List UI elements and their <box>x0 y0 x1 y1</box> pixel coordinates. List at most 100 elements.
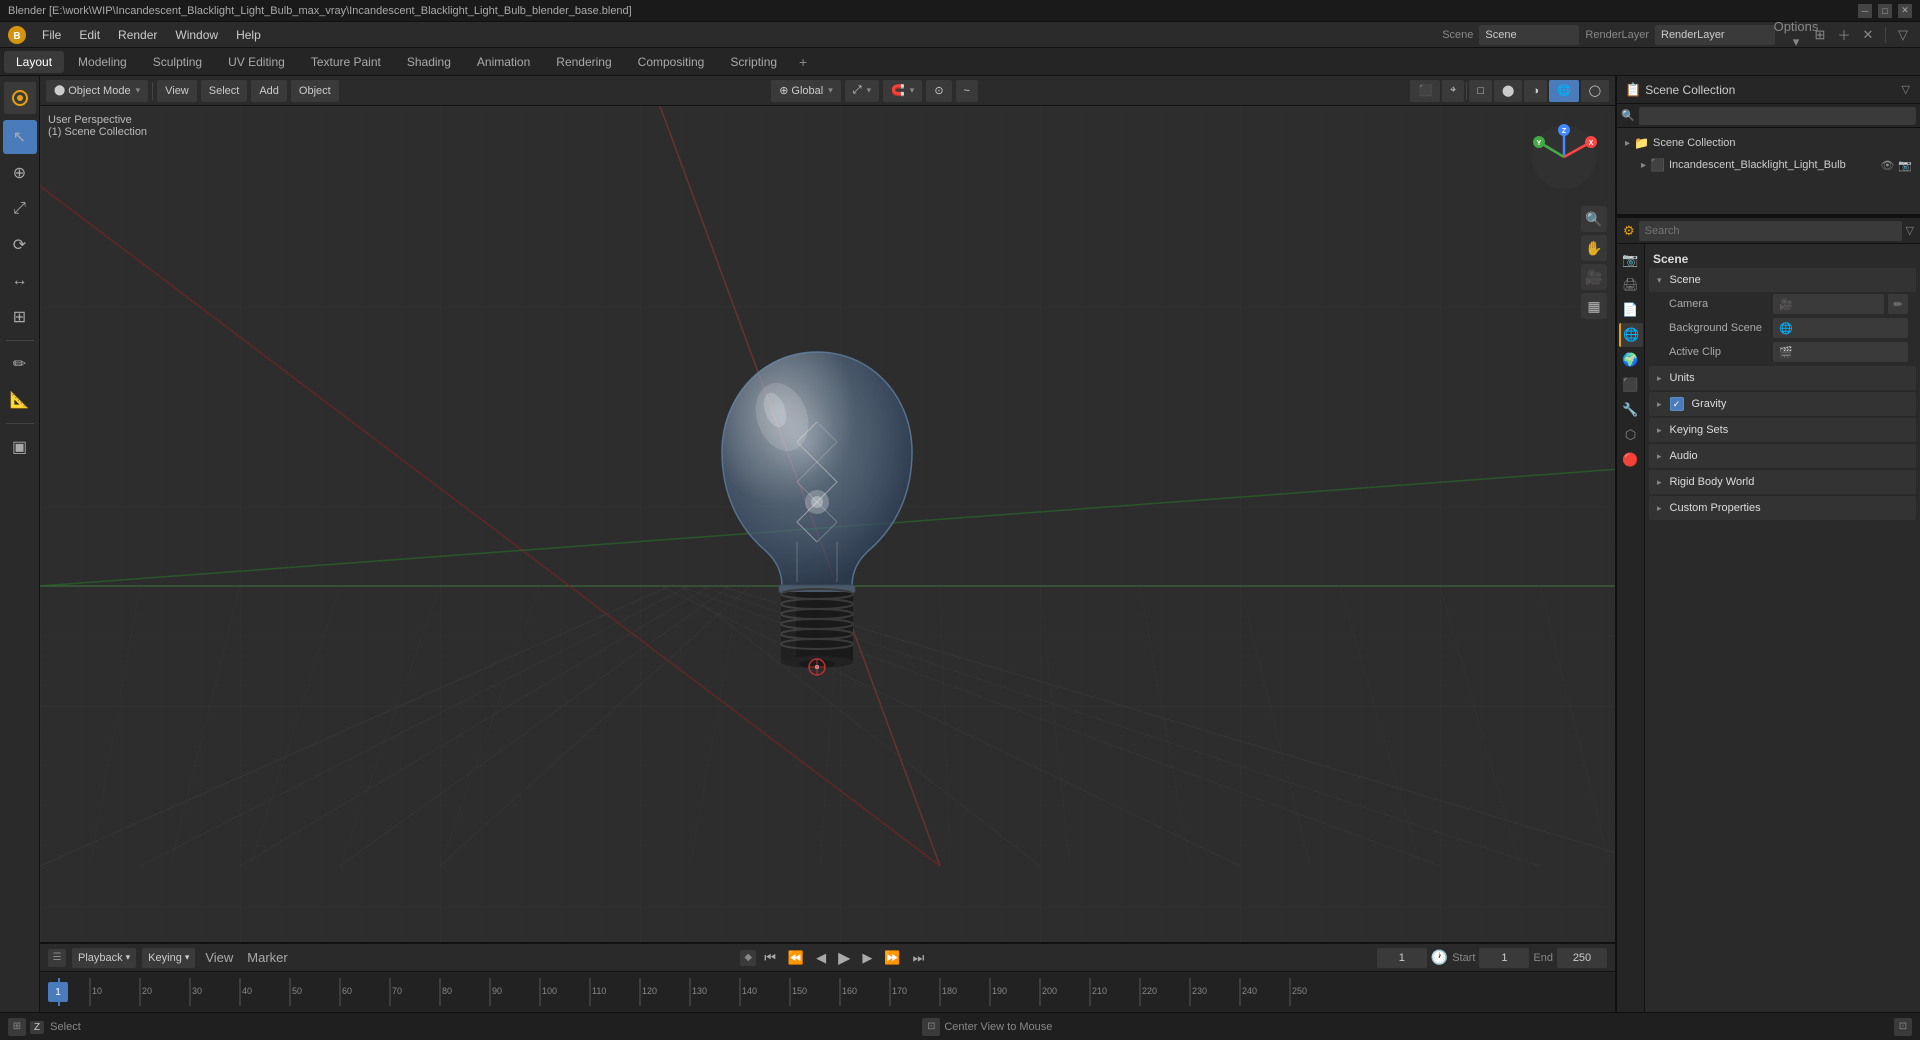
blender-logo[interactable]: B <box>6 24 28 46</box>
outliner-item-bulb[interactable]: ▸ ⬛ Incandescent_Blacklight_Light_Bulb 👁… <box>1617 154 1920 176</box>
add-tool[interactable]: ▣ <box>3 430 37 464</box>
play-btn[interactable]: ▶ <box>834 946 854 970</box>
global-selector[interactable]: ⊕ Global <box>771 80 841 102</box>
new-screen-button[interactable]: ＋ <box>1833 24 1855 46</box>
render-icon[interactable]: 📷 <box>1898 159 1912 172</box>
filter-button[interactable]: ▽ <box>1892 24 1914 46</box>
viewport-pan-btn[interactable]: ✋ <box>1581 235 1607 261</box>
end-frame-input[interactable]: 250 <box>1557 948 1607 968</box>
menu-help[interactable]: Help <box>228 25 269 45</box>
rigid-body-world-header[interactable]: ▸ Rigid Body World <box>1649 470 1916 494</box>
viewport[interactable]: User Perspective (1) Scene Collection Z <box>40 106 1615 942</box>
menu-file[interactable]: File <box>34 25 69 45</box>
tab-shading[interactable]: Shading <box>395 51 463 73</box>
timeline-menu-btn[interactable]: ☰ <box>48 949 66 967</box>
props-tab-scene[interactable]: 🌐 <box>1619 323 1643 347</box>
outliner-filter-btn[interactable]: ▽ <box>1900 81 1912 98</box>
cursor-tool[interactable]: ⊕ <box>3 156 37 190</box>
tab-layout[interactable]: Layout <box>4 51 64 73</box>
jump-start-btn[interactable]: ⏮ <box>760 948 780 968</box>
menu-window[interactable]: Window <box>167 25 226 45</box>
keyframe-indicator[interactable]: ◆ <box>740 950 756 966</box>
gravity-section-header[interactable]: ▸ ✓ Gravity <box>1649 392 1916 416</box>
visibility-icon[interactable]: 👁 <box>1880 159 1894 172</box>
props-tab-object[interactable]: ⬛ <box>1619 373 1643 397</box>
custom-properties-header[interactable]: ▸ Custom Properties <box>1649 496 1916 520</box>
marker-menu[interactable]: Marker <box>243 948 291 967</box>
playback-dropdown[interactable]: Playback <box>72 948 136 968</box>
viewport-zoom-btn[interactable]: 🔍 <box>1581 206 1607 232</box>
menu-edit[interactable]: Edit <box>71 25 108 45</box>
render-cycles-btn[interactable]: ◯ <box>1581 80 1609 102</box>
props-tab-modifier[interactable]: 🔧 <box>1619 398 1643 422</box>
timeline-ruler[interactable]: 1 10 20 30 40 <box>40 972 1615 1012</box>
options-button[interactable]: Options ▾ <box>1785 24 1807 46</box>
scene-selector[interactable]: Scene <box>1479 25 1579 45</box>
keying-dropdown[interactable]: Keying <box>142 948 195 968</box>
render-rendered-btn[interactable]: 🌐 <box>1549 80 1579 102</box>
outliner-item-scene-collection[interactable]: ▸ 📁 Scene Collection <box>1617 132 1920 154</box>
audio-section-header[interactable]: ▸ Audio <box>1649 444 1916 468</box>
add-workspace-button[interactable]: + <box>791 50 815 74</box>
tab-scripting[interactable]: Scripting <box>718 51 789 73</box>
tab-uv-editing[interactable]: UV Editing <box>216 51 297 73</box>
viewport-camera-btn[interactable]: 🎥 <box>1581 264 1607 290</box>
props-tab-render[interactable]: 📷 <box>1619 248 1643 272</box>
tab-compositing[interactable]: Compositing <box>626 51 717 73</box>
background-scene-value[interactable]: 🌐 <box>1773 318 1908 338</box>
select-tool[interactable]: ↖ <box>3 120 37 154</box>
proportional-btn[interactable]: ⊙ <box>926 80 951 102</box>
render-material-btn[interactable]: ◑ <box>1524 80 1547 102</box>
transform-selector[interactable]: ⤢ <box>845 80 879 102</box>
scene-section-header[interactable]: ▾ Scene <box>1649 268 1916 292</box>
props-tab-world[interactable]: 🌍 <box>1619 348 1643 372</box>
props-tab-view-layer[interactable]: 📄 <box>1619 298 1643 322</box>
delete-screen-button[interactable]: ✕ <box>1857 24 1879 46</box>
renderlayer-selector[interactable]: RenderLayer <box>1655 25 1775 45</box>
annotate-tool[interactable]: ✏ <box>3 347 37 381</box>
outliner-search-input[interactable] <box>1639 107 1916 125</box>
prev-keyframe-btn[interactable]: ⏪ <box>784 948 808 968</box>
scale-tool[interactable]: ↔ <box>3 264 37 298</box>
props-options-btn[interactable]: ▽ <box>1906 224 1914 237</box>
props-tab-physics[interactable]: 🔴 <box>1619 448 1643 472</box>
camera-edit-btn[interactable]: ✏ <box>1888 294 1908 314</box>
screen-button[interactable]: ⊞ <box>1809 24 1831 46</box>
active-clip-value[interactable]: 🎬 <box>1773 342 1908 362</box>
units-section-header[interactable]: ▸ Units <box>1649 366 1916 390</box>
start-frame-input[interactable]: 1 <box>1479 948 1529 968</box>
tab-modeling[interactable]: Modeling <box>66 51 139 73</box>
tab-sculpting[interactable]: Sculpting <box>141 51 214 73</box>
add-menu[interactable]: Add <box>251 80 287 102</box>
maximize-button[interactable]: □ <box>1878 4 1892 18</box>
viewport-overlay-btn[interactable]: ▦ <box>1581 293 1607 319</box>
proportional-type[interactable]: ~ <box>956 80 978 102</box>
properties-search[interactable] <box>1639 221 1902 241</box>
navigation-gizmo[interactable]: Z X Y <box>1529 122 1599 192</box>
gravity-checkbox[interactable]: ✓ <box>1670 397 1684 411</box>
props-tab-output[interactable]: 🖨 <box>1619 273 1643 297</box>
view-menu-timeline[interactable]: View <box>201 948 237 967</box>
snap-selector[interactable]: 🧲 <box>883 80 922 102</box>
rotate-tool[interactable]: ⟳ <box>3 228 37 262</box>
tab-animation[interactable]: Animation <box>465 51 542 73</box>
next-frame-btn[interactable]: ▶ <box>858 948 876 968</box>
mode-button[interactable] <box>4 82 36 114</box>
render-solid-btn[interactable]: ⬤ <box>1494 80 1522 102</box>
tab-rendering[interactable]: Rendering <box>544 51 623 73</box>
select-menu[interactable]: Select <box>201 80 248 102</box>
view-menu[interactable]: View <box>157 80 197 102</box>
move-tool[interactable]: ⤢ <box>3 192 37 226</box>
close-button[interactable]: ✕ <box>1898 4 1912 18</box>
camera-value[interactable]: 🎥 <box>1773 294 1884 314</box>
mode-selector[interactable]: ⬤ Object Mode <box>46 80 148 102</box>
next-keyframe-btn[interactable]: ⏩ <box>880 948 904 968</box>
minimize-button[interactable]: ─ <box>1858 4 1872 18</box>
jump-end-btn[interactable]: ⏭ <box>909 948 929 968</box>
transform-tool[interactable]: ⊞ <box>3 300 37 334</box>
tab-texture-paint[interactable]: Texture Paint <box>299 51 393 73</box>
prev-frame-btn[interactable]: ◀ <box>812 948 830 968</box>
object-menu[interactable]: Object <box>291 80 339 102</box>
measure-tool[interactable]: 📐 <box>3 383 37 417</box>
light-bulb-object[interactable] <box>707 342 927 692</box>
